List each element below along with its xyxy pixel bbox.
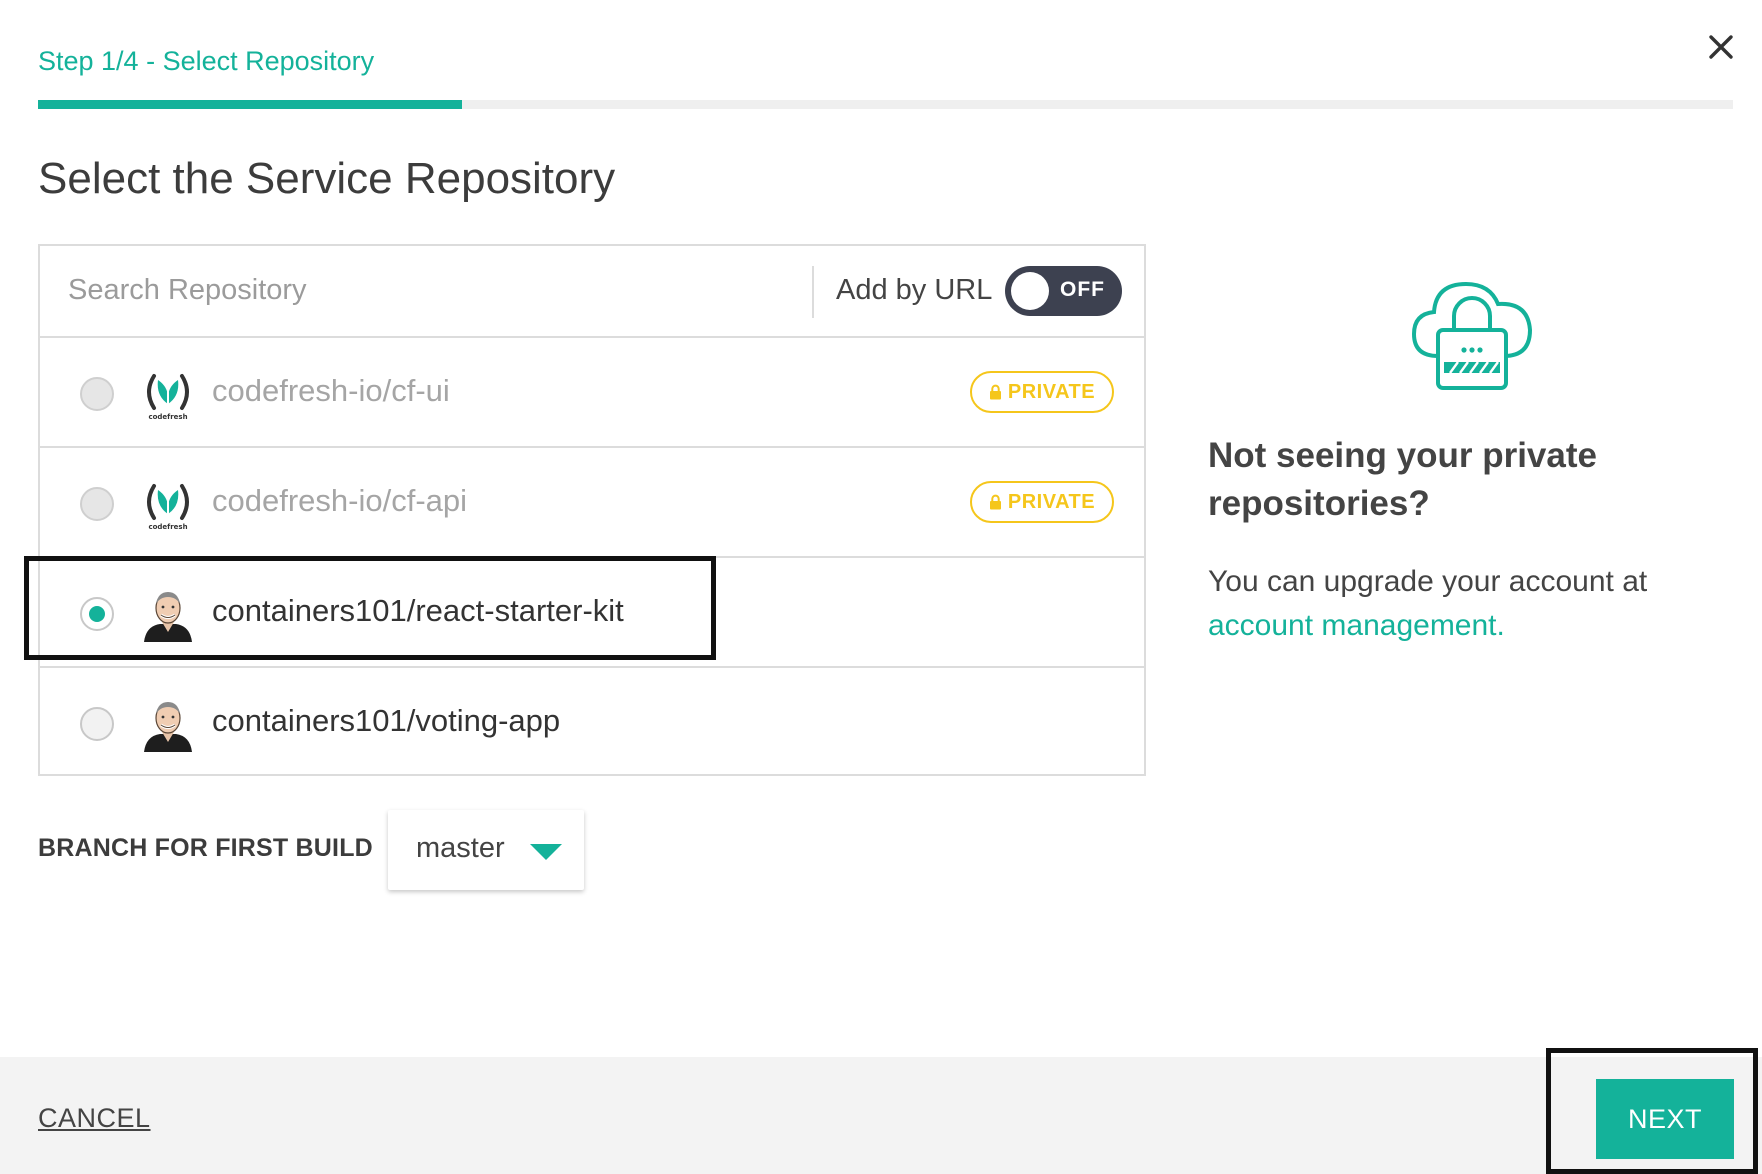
codefresh-logo-icon: codefresh [147,484,189,531]
step-title: Step 1/4 - Select Repository [38,46,375,76]
user-avatar-icon [144,702,192,752]
cancel-button[interactable]: CANCEL [38,1103,151,1134]
upgrade-text: You can upgrade your account at [1208,565,1648,598]
search-row: Add by URL OFF [40,246,1144,338]
wizard-progress-bar [38,100,1733,109]
highlight-box-selected-repository [24,556,716,660]
branch-label: BRANCH FOR FIRST BUILD [38,834,373,862]
divider [812,266,814,318]
repository-row[interactable]: containers101/voting-app [40,668,1144,778]
private-repos-description: You can upgrade your account at account … [1208,560,1708,648]
add-by-url-toggle[interactable]: OFF [1005,266,1122,316]
repository-name: codefresh-io/cf-api [212,483,468,518]
private-badge-label: PRIVATE [1007,490,1096,513]
repository-row[interactable]: codefresh codefresh-io/cf-ui PRIVATE [40,338,1144,448]
caret-down-icon [530,844,562,860]
branch-dropdown[interactable]: master [388,810,584,890]
page-title: Select the Service Repository [38,154,616,203]
private-badge: PRIVATE [970,371,1114,413]
svg-text:codefresh: codefresh [148,523,187,531]
toggle-state-label: OFF [1060,278,1105,301]
codefresh-logo-icon: codefresh [147,374,189,421]
repository-row[interactable]: codefresh codefresh-io/cf-api PRIVATE [40,448,1144,558]
search-repository-input[interactable] [54,260,842,320]
repository-list-panel: Add by URL OFF codefresh codefresh-io/cf… [38,244,1146,776]
close-icon [1709,35,1733,59]
repository-name: codefresh-io/cf-ui [212,373,450,408]
lock-icon [989,494,1001,510]
repository-name: containers101/voting-app [212,703,561,738]
branch-value: master [416,832,505,864]
highlight-box-next-button [1546,1048,1758,1174]
cloud-lock-icon [1411,281,1533,390]
add-by-url-label: Add by URL [836,274,993,306]
repository-radio[interactable] [80,377,114,411]
repository-radio[interactable] [80,707,114,741]
private-badge: PRIVATE [970,481,1114,523]
private-repos-title: Not seeing your private repositories? [1208,436,1597,523]
wizard-progress-fill [38,100,462,109]
close-button[interactable] [1700,26,1742,68]
wizard-footer: CANCEL NEXT [0,1057,1762,1174]
repository-radio[interactable] [80,487,114,521]
svg-text:codefresh: codefresh [148,413,187,421]
lock-icon [989,384,1001,400]
private-badge-label: PRIVATE [1007,380,1096,403]
toggle-knob [1011,272,1049,310]
account-management-link[interactable]: account management. [1208,609,1505,642]
